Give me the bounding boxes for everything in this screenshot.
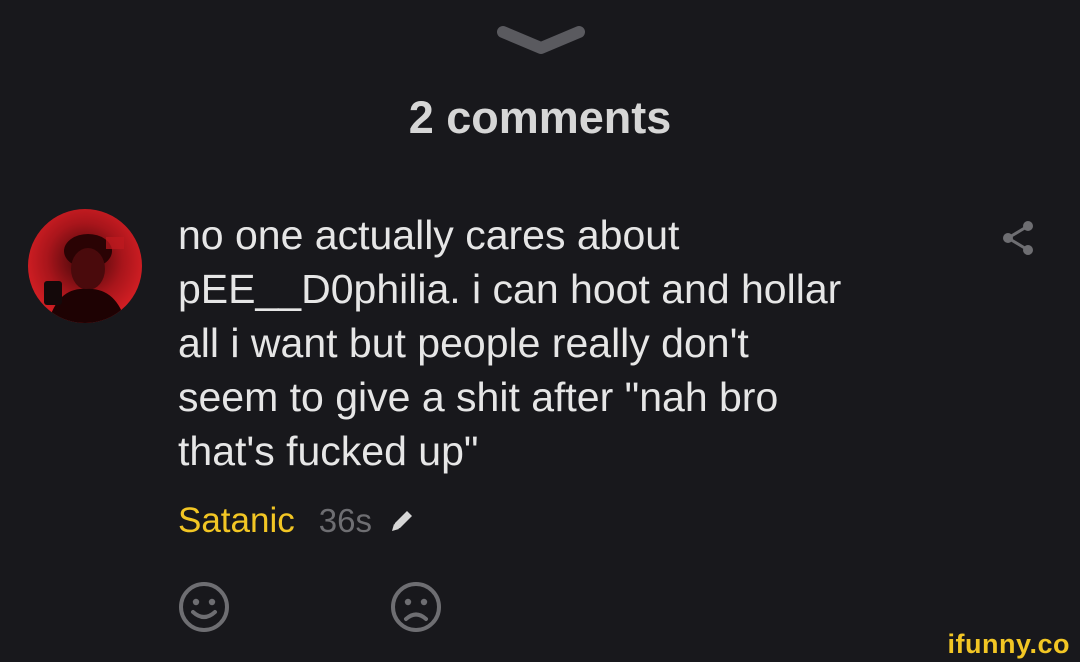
author-name[interactable]: Satanic: [178, 501, 295, 541]
comments-count-title: 2 comments: [408, 92, 672, 143]
smile-icon[interactable]: [176, 579, 232, 635]
share-icon[interactable]: [998, 218, 1038, 258]
timestamp: 36s: [318, 502, 372, 539]
comment-meta: Satanic 36s: [178, 498, 418, 544]
comments-panel: 2 comments no one actually cares about p…: [0, 0, 1080, 662]
frown-icon[interactable]: [388, 579, 444, 635]
chevron-down-icon[interactable]: [495, 24, 587, 56]
avatar[interactable]: [28, 209, 142, 323]
comment-text: no one actually cares about pEE__D0phili…: [178, 212, 842, 474]
ifunny-watermark: ifunny.co: [947, 629, 1070, 659]
pencil-icon[interactable]: [386, 505, 418, 537]
